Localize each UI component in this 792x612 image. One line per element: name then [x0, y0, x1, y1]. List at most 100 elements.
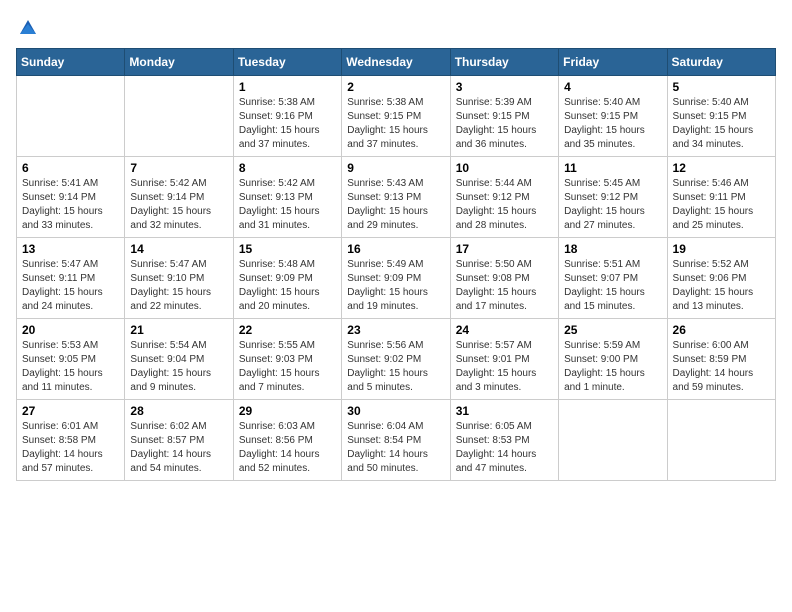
calendar-cell: 9 Sunrise: 5:43 AM Sunset: 9:13 PM Daylig…	[342, 157, 450, 238]
day-number: 29	[239, 404, 336, 418]
day-info: Sunrise: 5:46 AM Sunset: 9:11 PM Dayligh…	[673, 177, 770, 233]
day-info: Sunrise: 6:05 AM Sunset: 8:53 PM Dayligh…	[456, 420, 553, 476]
day-number: 13	[22, 242, 119, 256]
day-number: 27	[22, 404, 119, 418]
header-wednesday: Wednesday	[342, 49, 450, 76]
day-number: 8	[239, 161, 336, 175]
day-info: Sunrise: 5:43 AM Sunset: 9:13 PM Dayligh…	[347, 177, 444, 233]
calendar-cell: 22Sunrise: 5:55 AM Sunset: 9:03 PM Dayli…	[233, 319, 341, 400]
day-number: 6	[22, 161, 119, 175]
day-info: Sunrise: 5:40 AM Sunset: 9:15 PM Dayligh…	[673, 96, 770, 152]
calendar-week-3: 13 Sunrise: 5:47 AM Sunset: 9:11 PM Dayli…	[17, 238, 776, 319]
calendar-cell: 1 Sunrise: 5:38 AM Sunset: 9:16 PM Daylig…	[233, 76, 341, 157]
day-info: Sunrise: 6:01 AM Sunset: 8:58 PM Dayligh…	[22, 420, 119, 476]
calendar-week-2: 6 Sunrise: 5:41 AM Sunset: 9:14 PM Daylig…	[17, 157, 776, 238]
day-number: 5	[673, 80, 770, 94]
calendar-cell: 23 Sunrise: 5:56 AM Sunset: 9:02 PM Dayli…	[342, 319, 450, 400]
day-info: Sunrise: 5:49 AM Sunset: 9:09 PM Dayligh…	[347, 258, 444, 314]
calendar-cell: 26 Sunrise: 6:00 AM Sunset: 8:59 PM Dayli…	[667, 319, 775, 400]
day-info: Sunrise: 5:59 AM Sunset: 9:00 PM Dayligh…	[564, 339, 661, 395]
day-info: Sunrise: 5:54 AM Sunset: 9:04 PM Dayligh…	[130, 339, 227, 395]
calendar-cell	[667, 400, 775, 481]
day-number: 21	[130, 323, 227, 337]
calendar-cell: 6 Sunrise: 5:41 AM Sunset: 9:14 PM Daylig…	[17, 157, 125, 238]
day-number: 15	[239, 242, 336, 256]
calendar-cell: 4 Sunrise: 5:40 AM Sunset: 9:15 PM Daylig…	[559, 76, 667, 157]
day-info: Sunrise: 5:42 AM Sunset: 9:13 PM Dayligh…	[239, 177, 336, 233]
calendar-cell: 25 Sunrise: 5:59 AM Sunset: 9:00 PM Dayli…	[559, 319, 667, 400]
day-info: Sunrise: 5:50 AM Sunset: 9:08 PM Dayligh…	[456, 258, 553, 314]
day-number: 14	[130, 242, 227, 256]
day-number: 31	[456, 404, 553, 418]
day-number: 1	[239, 80, 336, 94]
day-info: Sunrise: 5:41 AM Sunset: 9:14 PM Dayligh…	[22, 177, 119, 233]
calendar-cell: 31 Sunrise: 6:05 AM Sunset: 8:53 PM Dayli…	[450, 400, 558, 481]
day-info: Sunrise: 5:53 AM Sunset: 9:05 PM Dayligh…	[22, 339, 119, 395]
day-info: Sunrise: 5:44 AM Sunset: 9:12 PM Dayligh…	[456, 177, 553, 233]
day-number: 18	[564, 242, 661, 256]
header-tuesday: Tuesday	[233, 49, 341, 76]
day-info: Sunrise: 5:40 AM Sunset: 9:15 PM Dayligh…	[564, 96, 661, 152]
calendar-cell	[125, 76, 233, 157]
day-number: 11	[564, 161, 661, 175]
page-header	[16, 16, 776, 36]
calendar-cell: 18 Sunrise: 5:51 AM Sunset: 9:07 PM Dayli…	[559, 238, 667, 319]
calendar-week-5: 27 Sunrise: 6:01 AM Sunset: 8:58 PM Dayli…	[17, 400, 776, 481]
calendar-cell: 10 Sunrise: 5:44 AM Sunset: 9:12 PM Dayli…	[450, 157, 558, 238]
day-info: Sunrise: 5:47 AM Sunset: 9:11 PM Dayligh…	[22, 258, 119, 314]
day-number: 3	[456, 80, 553, 94]
calendar-cell: 8 Sunrise: 5:42 AM Sunset: 9:13 PM Daylig…	[233, 157, 341, 238]
day-info: Sunrise: 5:42 AM Sunset: 9:14 PM Dayligh…	[130, 177, 227, 233]
day-number: 10	[456, 161, 553, 175]
calendar-cell: 24Sunrise: 5:57 AM Sunset: 9:01 PM Dayli…	[450, 319, 558, 400]
calendar-cell: 2 Sunrise: 5:38 AM Sunset: 9:15 PM Daylig…	[342, 76, 450, 157]
calendar-cell: 30Sunrise: 6:04 AM Sunset: 8:54 PM Dayli…	[342, 400, 450, 481]
calendar-header-row: SundayMondayTuesdayWednesdayThursdayFrid…	[17, 49, 776, 76]
calendar-cell	[559, 400, 667, 481]
calendar-cell: 20Sunrise: 5:53 AM Sunset: 9:05 PM Dayli…	[17, 319, 125, 400]
header-friday: Friday	[559, 49, 667, 76]
calendar-cell: 21 Sunrise: 5:54 AM Sunset: 9:04 PM Dayli…	[125, 319, 233, 400]
calendar-cell: 29 Sunrise: 6:03 AM Sunset: 8:56 PM Dayli…	[233, 400, 341, 481]
calendar-cell: 19 Sunrise: 5:52 AM Sunset: 9:06 PM Dayli…	[667, 238, 775, 319]
header-monday: Monday	[125, 49, 233, 76]
day-number: 23	[347, 323, 444, 337]
day-number: 4	[564, 80, 661, 94]
day-info: Sunrise: 5:52 AM Sunset: 9:06 PM Dayligh…	[673, 258, 770, 314]
calendar-cell: 28 Sunrise: 6:02 AM Sunset: 8:57 PM Dayli…	[125, 400, 233, 481]
calendar-cell: 14 Sunrise: 5:47 AM Sunset: 9:10 PM Dayli…	[125, 238, 233, 319]
calendar-cell: 5 Sunrise: 5:40 AM Sunset: 9:15 PM Daylig…	[667, 76, 775, 157]
day-info: Sunrise: 5:38 AM Sunset: 9:15 PM Dayligh…	[347, 96, 444, 152]
day-info: Sunrise: 5:47 AM Sunset: 9:10 PM Dayligh…	[130, 258, 227, 314]
header-saturday: Saturday	[667, 49, 775, 76]
logo	[16, 16, 38, 36]
day-number: 28	[130, 404, 227, 418]
calendar-cell: 12 Sunrise: 5:46 AM Sunset: 9:11 PM Dayli…	[667, 157, 775, 238]
calendar-cell	[17, 76, 125, 157]
day-info: Sunrise: 5:56 AM Sunset: 9:02 PM Dayligh…	[347, 339, 444, 395]
day-info: Sunrise: 5:51 AM Sunset: 9:07 PM Dayligh…	[564, 258, 661, 314]
calendar-cell: 16Sunrise: 5:49 AM Sunset: 9:09 PM Dayli…	[342, 238, 450, 319]
day-number: 25	[564, 323, 661, 337]
day-number: 9	[347, 161, 444, 175]
calendar-week-4: 20Sunrise: 5:53 AM Sunset: 9:05 PM Dayli…	[17, 319, 776, 400]
header-sunday: Sunday	[17, 49, 125, 76]
day-info: Sunrise: 6:00 AM Sunset: 8:59 PM Dayligh…	[673, 339, 770, 395]
calendar-cell: 17 Sunrise: 5:50 AM Sunset: 9:08 PM Dayli…	[450, 238, 558, 319]
day-number: 12	[673, 161, 770, 175]
day-number: 22	[239, 323, 336, 337]
day-info: Sunrise: 5:45 AM Sunset: 9:12 PM Dayligh…	[564, 177, 661, 233]
calendar-cell: 27 Sunrise: 6:01 AM Sunset: 8:58 PM Dayli…	[17, 400, 125, 481]
day-number: 19	[673, 242, 770, 256]
day-number: 17	[456, 242, 553, 256]
day-info: Sunrise: 5:38 AM Sunset: 9:16 PM Dayligh…	[239, 96, 336, 152]
day-info: Sunrise: 6:02 AM Sunset: 8:57 PM Dayligh…	[130, 420, 227, 476]
day-info: Sunrise: 5:39 AM Sunset: 9:15 PM Dayligh…	[456, 96, 553, 152]
calendar-cell: 7 Sunrise: 5:42 AM Sunset: 9:14 PM Daylig…	[125, 157, 233, 238]
calendar-table: SundayMondayTuesdayWednesdayThursdayFrid…	[16, 48, 776, 481]
day-number: 2	[347, 80, 444, 94]
day-number: 26	[673, 323, 770, 337]
logo-icon	[18, 16, 38, 36]
day-number: 7	[130, 161, 227, 175]
day-info: Sunrise: 6:03 AM Sunset: 8:56 PM Dayligh…	[239, 420, 336, 476]
